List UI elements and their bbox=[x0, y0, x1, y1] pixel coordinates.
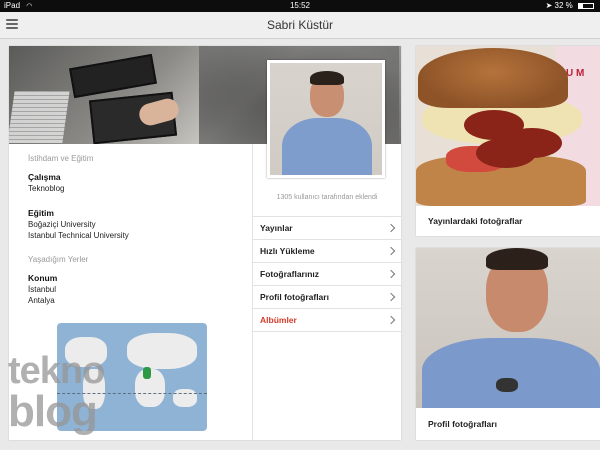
chevron-right-icon bbox=[386, 246, 396, 256]
chevron-right-icon bbox=[386, 269, 396, 279]
nav-item-label: Profil fotoğrafları bbox=[260, 292, 329, 302]
nav-item-your-photos[interactable]: Fotoğraflarınız bbox=[253, 263, 401, 286]
profile-photos-card[interactable]: Profil fotoğrafları bbox=[416, 248, 600, 440]
battery-status: ➤ 32 % bbox=[546, 0, 594, 12]
about-section: İstihdam ve Eğitim Çalışma Teknoblog Eği… bbox=[28, 154, 248, 306]
location-value: İstanbul bbox=[28, 285, 57, 294]
work-value: Teknoblog bbox=[28, 184, 65, 193]
places-lived-heading: Yaşadığım Yerler bbox=[28, 255, 89, 264]
battery-fill bbox=[579, 4, 584, 8]
location-label: Konum bbox=[28, 273, 58, 283]
clock: 15:52 bbox=[289, 1, 311, 10]
battery-percent: 32 % bbox=[554, 1, 573, 10]
card-photo bbox=[416, 248, 600, 408]
education-label: Eğitim bbox=[28, 208, 54, 218]
nav-item-instant-upload[interactable]: Hızlı Yükleme bbox=[253, 240, 401, 263]
status-bar: iPad ◠ 15:52 ➤ 32 % bbox=[0, 0, 600, 12]
nav-item-label: Yayınlar bbox=[260, 223, 293, 233]
card-caption: Yayınlardaki fotoğraflar bbox=[428, 216, 523, 226]
employment-education-heading: İstihdam ve Eğitim bbox=[28, 154, 94, 163]
battery-icon bbox=[578, 3, 594, 9]
photos-from-posts-card[interactable]: U M Yayınlardaki fotoğraflar bbox=[416, 46, 600, 236]
chevron-right-icon bbox=[386, 292, 396, 302]
chevron-right-icon bbox=[386, 223, 396, 233]
profile-nav: Yayınlar Hızlı Yükleme Fotoğraflarınız P… bbox=[253, 216, 401, 332]
work-label: Çalışma bbox=[28, 172, 61, 182]
nav-item-label: Hızlı Yükleme bbox=[260, 246, 315, 256]
page-title: Sabri Küstür bbox=[266, 18, 334, 32]
education-value: Istanbul Technical University bbox=[28, 231, 129, 240]
map-pin-icon bbox=[143, 367, 151, 379]
location-value: Antalya bbox=[28, 296, 55, 305]
circles-count: 1305 kullanıcı tarafından eklendi bbox=[276, 194, 378, 201]
location-arrow-icon: ➤ bbox=[545, 1, 553, 10]
watermark-line: blog bbox=[8, 387, 98, 436]
nav-item-albums[interactable]: Albümler bbox=[253, 309, 401, 332]
nav-item-label: Albümler bbox=[260, 315, 297, 325]
nav-item-posts[interactable]: Yayınlar bbox=[253, 217, 401, 240]
watermark-line: tekno bbox=[8, 350, 105, 392]
chevron-right-icon bbox=[386, 315, 396, 325]
card-photo: U M bbox=[416, 46, 600, 206]
avatar[interactable] bbox=[267, 60, 385, 178]
teknoblog-watermark: tekno blog bbox=[8, 352, 118, 444]
nav-item-label: Fotoğraflarınız bbox=[260, 269, 320, 279]
card-caption: Profil fotoğrafları bbox=[428, 419, 497, 429]
nav-item-profile-photos[interactable]: Profil fotoğrafları bbox=[253, 286, 401, 309]
app-header: Sabri Küstür bbox=[0, 12, 600, 39]
education-value: Boğaziçi University bbox=[28, 220, 96, 229]
